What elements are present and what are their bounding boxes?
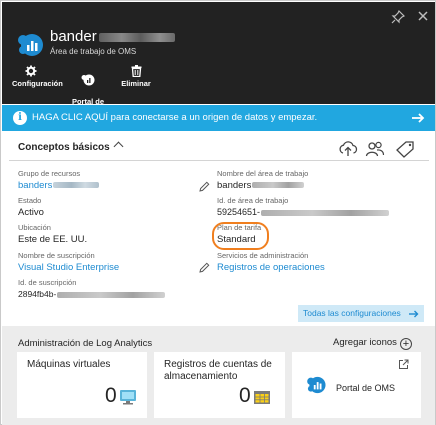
tile-count: 0: [105, 384, 117, 407]
all-settings-label: Todas las configuraciones: [303, 308, 401, 318]
section-title: Administración de Log Analytics: [18, 338, 153, 349]
trash-icon: [131, 65, 141, 77]
subscription-id-label: Id. de suscripción: [18, 278, 77, 287]
pricing-tier-highlight: [212, 222, 269, 250]
status-value: Activo: [18, 207, 44, 218]
plus-icon: +: [399, 338, 412, 350]
log-analytics-section: Administración de Log Analytics Agregar …: [2, 326, 435, 425]
workspace-id-label: Id. de área de trabajo: [217, 196, 289, 205]
page-title: bander: [50, 28, 175, 45]
configuration-label: Configuración: [12, 79, 63, 88]
add-tiles-label: Agregar iconos: [333, 337, 397, 348]
location-value: Este de EE. UU.: [18, 234, 88, 245]
resource-group-link[interactable]: banders: [18, 180, 100, 191]
tile-virtual-machines[interactable]: Máquinas virtuales 0: [17, 352, 147, 418]
users-icon[interactable]: [365, 140, 385, 158]
edit-subscription-icon[interactable]: [199, 262, 210, 273]
tile-count: 0: [239, 384, 251, 407]
gear-icon: [25, 65, 37, 77]
page-subtitle: Área de trabajo de OMS: [50, 47, 137, 56]
workspace-id-value: 59254651-: [217, 207, 261, 217]
banner-text: HAGA CLIC AQUÍ para conectarse a un orig…: [32, 112, 318, 123]
workspace-name: banders: [217, 180, 305, 191]
tag-icon[interactable]: [395, 140, 415, 158]
subscription-id: 2894fb4b-: [18, 289, 166, 299]
workspace-id: 59254651-: [217, 207, 390, 217]
tile-title: Portal de OMS: [336, 383, 396, 393]
delete-button[interactable]: Eliminar: [120, 65, 152, 88]
tile-oms-portal[interactable]: Portal de OMS: [292, 352, 421, 418]
configuration-button[interactable]: Configuración: [12, 65, 63, 88]
redacted-name: [98, 32, 175, 42]
connect-data-source-banner[interactable]: i HAGA CLIC AQUÍ para conectarse a un or…: [2, 105, 435, 131]
external-link-icon: [399, 359, 409, 369]
arrow-right-icon: [412, 113, 425, 123]
essentials-toggle[interactable]: Conceptos básicos: [18, 141, 124, 153]
subscription-name-label: Nombre de suscripción: [18, 251, 95, 260]
virtual-machine-icon: [120, 390, 136, 405]
operation-logs-link[interactable]: Registros de operaciones: [217, 262, 325, 273]
oms-logo-icon: [307, 376, 326, 394]
tile-title: Máquinas virtuales: [27, 359, 111, 370]
workspace-name-label: Nombre del área de trabajo: [217, 169, 309, 178]
tile-storage-account-logs[interactable]: Registros de cuentas de almacenamiento 0: [154, 352, 285, 418]
cloud-upload-icon[interactable]: [338, 140, 358, 158]
close-icon[interactable]: [416, 9, 430, 23]
oms-portal-icon: [81, 74, 95, 86]
storage-account-icon: [254, 391, 270, 404]
location-label: Ubicación: [18, 223, 51, 232]
redacted-id: [261, 209, 390, 216]
arrow-right-icon: [409, 310, 419, 318]
edit-resource-group-icon[interactable]: [199, 181, 210, 192]
workspace-name-value: banders: [217, 180, 252, 191]
redacted-value: [53, 182, 100, 189]
chevron-up-icon: [113, 141, 124, 152]
redacted-value: [252, 182, 305, 189]
essentials-heading: Conceptos básicos: [18, 142, 110, 153]
subscription-name-link[interactable]: Visual Studio Enterprise: [18, 262, 119, 273]
add-tiles-button[interactable]: Agregar iconos +: [333, 337, 412, 350]
redacted-id: [57, 291, 166, 298]
tile-title: Registros de cuentas de almacenamiento: [164, 359, 272, 382]
blade-header: bander Área de trabajo de OMS Configurac…: [2, 2, 435, 115]
all-settings-button[interactable]: Todas las configuraciones: [298, 305, 424, 322]
subscription-id-value: 2894fb4b-: [18, 289, 57, 299]
workspace-blade: bander Área de trabajo de OMS Configurac…: [0, 0, 436, 425]
essentials-divider: [9, 160, 429, 161]
resource-group-value: banders: [18, 180, 53, 191]
resource-group-label: Grupo de recursos: [18, 169, 81, 178]
oms-logo-icon: [18, 34, 43, 56]
delete-label: Eliminar: [121, 79, 151, 88]
management-services-label: Servicios de administración: [217, 251, 309, 260]
pin-icon[interactable]: [391, 10, 405, 24]
status-label: Estado: [18, 196, 42, 205]
info-icon: i: [13, 111, 27, 125]
